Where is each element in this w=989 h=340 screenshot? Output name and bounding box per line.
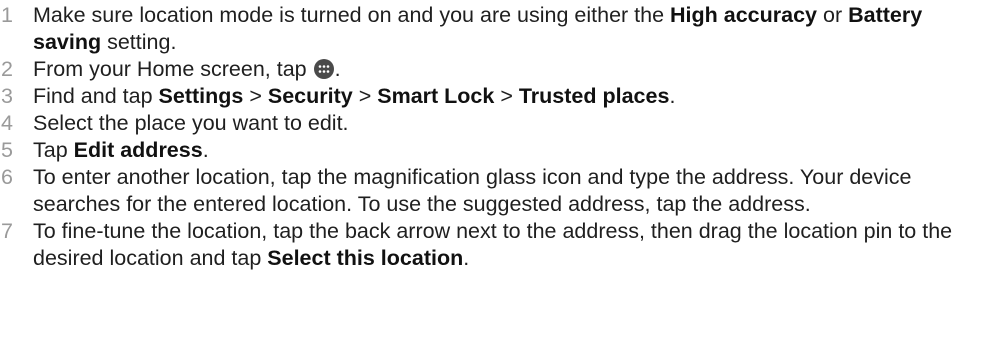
step-text: Find and tap Settings > Security > Smart…: [33, 83, 989, 110]
text-run: To fine-tune the location, tap the back …: [33, 219, 953, 270]
text-run: setting.: [101, 30, 177, 54]
text-run: .: [202, 138, 209, 162]
step-text: Tap Edit address.: [33, 137, 989, 164]
step-item: 7 To fine-tune the location, tap the back…: [0, 218, 989, 272]
step-item: 2 From your Home screen, tap .: [0, 56, 989, 83]
bold-term: Security: [267, 84, 353, 108]
text-run: Select the place you want to edit.: [33, 111, 349, 135]
text-run: .: [463, 246, 470, 270]
step-number: 2: [1, 57, 13, 81]
step-number: 3: [1, 84, 13, 108]
text-run: .: [334, 57, 341, 81]
bold-term: Trusted places: [518, 84, 670, 108]
step-number: 5: [1, 138, 13, 162]
step-number: 4: [1, 111, 13, 135]
step-number: 1: [1, 3, 13, 27]
step-item: 3 Find and tap Settings > Security > Smar…: [0, 83, 989, 110]
step-number: 6: [1, 165, 13, 189]
bold-term: Edit address: [73, 138, 203, 162]
text-run: Make sure location mode is turned on and…: [33, 3, 671, 27]
apps-grid-icon: [313, 59, 334, 79]
step-text: From your Home screen, tap .: [33, 56, 989, 83]
text-run: Tap: [33, 138, 74, 162]
step-item: 6 To enter another location, tap the magn…: [0, 164, 989, 218]
step-text: Make sure location mode is turned on and…: [33, 2, 989, 56]
text-run: >: [494, 84, 519, 108]
text-run: To enter another location, tap the magni…: [33, 165, 912, 216]
text-run: >: [243, 84, 268, 108]
step-text: To fine-tune the location, tap the back …: [33, 218, 989, 272]
text-run: or: [817, 3, 849, 27]
step-number: 7: [1, 219, 13, 243]
instruction-steps-list: 1 Make sure location mode is turned on an…: [0, 0, 989, 272]
step-text: Select the place you want to edit.: [33, 110, 989, 137]
step-item: 5 Tap Edit address.: [0, 137, 989, 164]
bold-term: Settings: [158, 84, 244, 108]
text-run: From your Home screen, tap: [33, 57, 313, 81]
step-text: To enter another location, tap the magni…: [33, 164, 989, 218]
step-item: 1 Make sure location mode is turned on an…: [0, 2, 989, 56]
bold-term: Select this location: [267, 246, 464, 270]
step-item: 4 Select the place you want to edit.: [0, 110, 989, 137]
bold-term: Smart Lock: [377, 84, 495, 108]
bold-term: High accuracy: [670, 3, 818, 27]
text-run: >: [352, 84, 378, 108]
text-run: .: [669, 84, 676, 108]
text-run: Find and tap: [33, 84, 159, 108]
